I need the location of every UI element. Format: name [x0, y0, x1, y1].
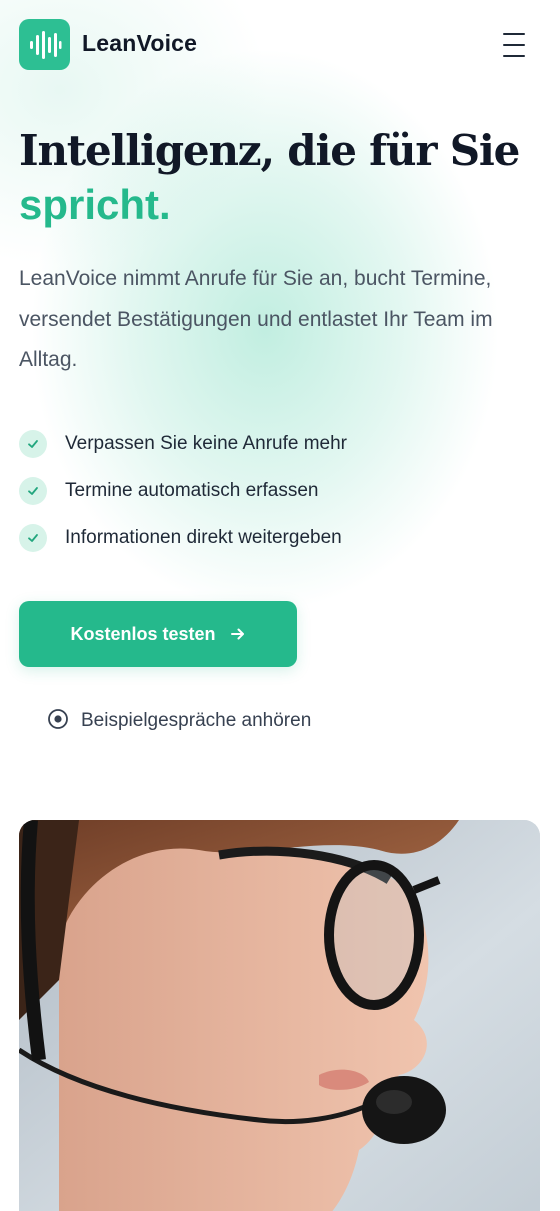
- feature-label: Termine automatisch erfassen: [65, 479, 319, 501]
- site-header: LeanVoice: [0, 0, 560, 90]
- listen-examples-label: Beispielgespräche anhören: [81, 710, 312, 731]
- hero-title: Intelligenz, die für Sie: [19, 126, 520, 175]
- arrow-right-icon: [230, 627, 246, 641]
- woman-with-headset-photo: [19, 820, 540, 1211]
- play-circle-icon: [47, 708, 69, 734]
- feature-item: Verpassen Sie keine Anrufe mehr: [19, 420, 347, 467]
- feature-item: Termine automatisch erfassen: [19, 467, 347, 514]
- check-icon: [19, 523, 47, 552]
- free-trial-button-label: Kostenlos testen: [70, 623, 216, 644]
- check-icon: [19, 476, 47, 505]
- soundwave-logo-icon[interactable]: [19, 19, 70, 70]
- feature-label: Verpassen Sie keine Anrufe mehr: [65, 432, 348, 454]
- free-trial-button[interactable]: Kostenlos testen: [19, 601, 297, 667]
- brand-name[interactable]: LeanVoice: [82, 30, 197, 57]
- feature-label: Informationen direkt weitergeben: [65, 526, 342, 548]
- landing-page: LeanVoice Intelligenz, die für Sie spric…: [0, 0, 560, 1211]
- hamburger-menu-icon[interactable]: [503, 33, 529, 57]
- hero-title-accent: spricht.: [19, 181, 171, 228]
- hero-lead-text: LeanVoice nimmt Anrufe für Sie an, bucht…: [19, 267, 493, 371]
- feature-list: Verpassen Sie keine Anrufe mehr Termine …: [19, 420, 347, 561]
- check-icon: [19, 429, 47, 458]
- feature-item: Informationen direkt weitergeben: [19, 514, 347, 561]
- listen-examples-link[interactable]: Beispielgespräche anhören: [47, 708, 311, 734]
